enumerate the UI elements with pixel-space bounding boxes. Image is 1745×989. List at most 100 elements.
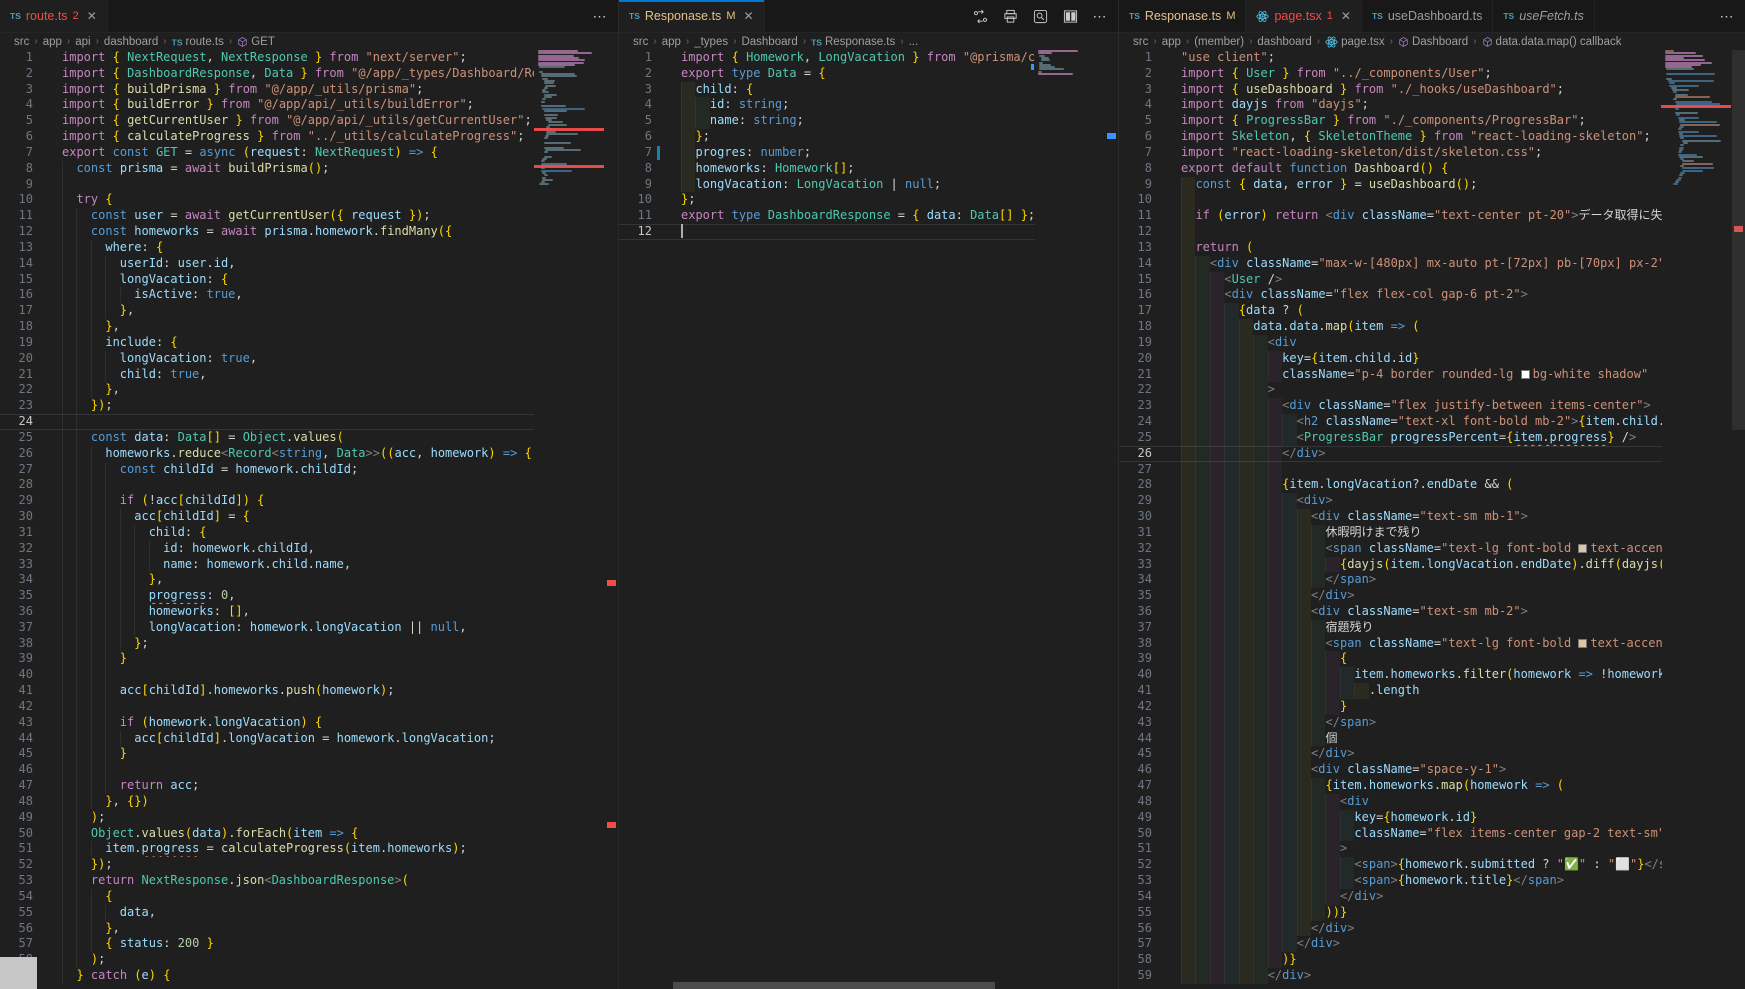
code-line[interactable]: 12 const homeworks = await prisma.homewo… — [0, 224, 534, 240]
code-line[interactable]: 23 <div className="flex justify-between … — [1119, 398, 1662, 414]
overview-ruler[interactable] — [1731, 34, 1745, 989]
print-button[interactable] — [1002, 8, 1018, 24]
code-editor[interactable]: 1import { Homework, LongVacation } from … — [619, 50, 1035, 989]
breadcrumb-item[interactable]: app — [1162, 36, 1181, 48]
code-line[interactable]: 56 </div> — [1119, 921, 1662, 937]
code-line[interactable]: 18 data.data.map(item => ( — [1119, 319, 1662, 335]
code-line[interactable]: 36 <div className="text-sm mb-2"> — [1119, 604, 1662, 620]
code-line[interactable]: 57 { status: 200 } — [0, 936, 534, 952]
code-line[interactable]: 9 const { data, error } = useDashboard()… — [1119, 177, 1662, 193]
horizontal-scrollbar[interactable] — [673, 982, 995, 989]
code-line[interactable]: 11 if (error) return <div className="tex… — [1119, 208, 1662, 224]
code-line[interactable]: 53 return NextResponse.json<DashboardRes… — [0, 873, 534, 889]
more-button[interactable]: ⋯ — [1719, 8, 1735, 24]
code-line[interactable]: 41 .length — [1119, 683, 1662, 699]
code-line[interactable]: 12 — [1119, 224, 1662, 240]
code-line[interactable]: 3 child: { — [619, 82, 1035, 98]
code-line[interactable]: 19 include: { — [0, 335, 534, 351]
code-line[interactable]: 13 where: { — [0, 240, 534, 256]
code-line[interactable]: 8 homeworks: Homework[]; — [619, 161, 1035, 177]
code-line[interactable]: 4import dayjs from "dayjs"; — [1119, 97, 1662, 113]
code-line[interactable]: 56 }, — [0, 921, 534, 937]
code-line[interactable]: 57 </div> — [1119, 936, 1662, 952]
code-line[interactable]: 11 const user = await getCurrentUser({ r… — [0, 208, 534, 224]
code-line[interactable]: 44 個 — [1119, 731, 1662, 747]
code-line[interactable]: 4import { buildError } from "@/app/api/_… — [0, 97, 534, 113]
breadcrumb-item[interactable]: ... — [909, 36, 919, 48]
code-line[interactable]: 40 — [0, 667, 534, 683]
code-line[interactable]: 47 {item.homeworks.map(homework => ( — [1119, 778, 1662, 794]
code-line[interactable]: 25 <ProgressBar progressPercent={item.pr… — [1119, 430, 1662, 446]
code-line[interactable]: 6 }; — [619, 129, 1035, 145]
close-icon[interactable]: ✕ — [1341, 9, 1351, 23]
code-line[interactable]: 52 <span>{homework.submitted ? "✅" : "⬜"… — [1119, 857, 1662, 873]
overview-ruler[interactable] — [604, 34, 618, 989]
code-editor[interactable]: 1import { NextRequest, NextResponse } fr… — [0, 50, 534, 989]
code-line[interactable]: 52 }); — [0, 857, 534, 873]
code-line[interactable]: 18 }, — [0, 319, 534, 335]
code-line[interactable]: 29 <div> — [1119, 493, 1662, 509]
breadcrumb-item[interactable]: Dashboard — [741, 36, 797, 48]
breadcrumb-item[interactable]: TSResponase.ts — [811, 36, 895, 48]
code-line[interactable]: 20 longVacation: true, — [0, 351, 534, 367]
code-line[interactable]: 55 ))} — [1119, 905, 1662, 921]
tab-useDashboard.ts[interactable]: TSuseDashboard.ts — [1362, 0, 1493, 32]
code-line[interactable]: 58 ); — [0, 952, 534, 968]
code-line[interactable]: 44 acc[childId].longVacation = homework.… — [0, 731, 534, 747]
code-line[interactable]: 5 name: string; — [619, 113, 1035, 129]
code-line[interactable]: 42 — [0, 699, 534, 715]
code-line[interactable]: 38 <span className="text-lg font-bold te… — [1119, 636, 1662, 652]
breadcrumb-item[interactable]: api — [75, 36, 90, 48]
code-line[interactable]: 54 </div> — [1119, 889, 1662, 905]
code-line[interactable]: 54 { — [0, 889, 534, 905]
minimap[interactable] — [1034, 50, 1104, 84]
more-button[interactable]: ⋯ — [592, 8, 608, 24]
code-line[interactable]: 47 return acc; — [0, 778, 534, 794]
code-line[interactable]: 2export type Data = { — [619, 66, 1035, 82]
code-line[interactable]: 24 <h2 className="text-xl font-bold mb-2… — [1119, 414, 1662, 430]
code-line[interactable]: 16 <div className="flex flex-col gap-6 p… — [1119, 287, 1662, 303]
code-line[interactable]: 53 <span>{homework.title}</span> — [1119, 873, 1662, 889]
code-line[interactable]: 28 {item.longVacation?.endDate && ( — [1119, 477, 1662, 493]
code-line[interactable]: 24 — [0, 414, 534, 430]
code-line[interactable]: 51 item.progress = calculateProgress(ite… — [0, 841, 534, 857]
code-line[interactable]: 1import { Homework, LongVacation } from … — [619, 50, 1035, 66]
breadcrumb-item[interactable]: app — [662, 36, 681, 48]
code-line[interactable]: 30 <div className="text-sm mb-1"> — [1119, 509, 1662, 525]
minimap[interactable] — [1661, 50, 1731, 192]
code-line[interactable]: 50 className="flex items-center gap-2 te… — [1119, 826, 1662, 842]
vertical-scrollbar[interactable] — [1732, 50, 1745, 430]
code-line[interactable]: 33 {dayjs(item.longVacation.endDate).dif… — [1119, 557, 1662, 573]
code-line[interactable]: 7export const GET = async (request: Next… — [0, 145, 534, 161]
more-button[interactable]: ⋯ — [1092, 8, 1108, 24]
code-line[interactable]: 26 homeworks.reduce<Record<string, Data>… — [0, 446, 534, 462]
code-line[interactable]: 23 }); — [0, 398, 534, 414]
code-line[interactable]: 10}; — [619, 192, 1035, 208]
code-line[interactable]: 6import { calculateProgress } from "../_… — [0, 129, 534, 145]
breadcrumb-item[interactable]: dashboard — [1257, 36, 1311, 48]
code-line[interactable]: 9 — [0, 177, 534, 193]
code-line[interactable]: 15 longVacation: { — [0, 272, 534, 288]
code-line[interactable]: 34 }, — [0, 572, 534, 588]
code-line[interactable]: 46 — [0, 762, 534, 778]
code-line[interactable]: 7 progres: number; — [619, 145, 1035, 161]
overview-ruler[interactable] — [1104, 34, 1118, 989]
code-line[interactable]: 14 userId: user.id, — [0, 256, 534, 272]
code-line[interactable]: 31 休暇明けまで残り — [1119, 525, 1662, 541]
minimap[interactable] — [534, 50, 604, 192]
code-line[interactable]: 49 ); — [0, 810, 534, 826]
preview-button[interactable] — [1032, 8, 1048, 24]
code-line[interactable]: 50 Object.values(data).forEach(item => { — [0, 826, 534, 842]
code-line[interactable]: 34 </span> — [1119, 572, 1662, 588]
breadcrumb-item[interactable]: src — [14, 36, 29, 48]
close-icon[interactable]: ✕ — [743, 9, 753, 23]
code-line[interactable]: 31 child: { — [0, 525, 534, 541]
code-line[interactable]: 48 }, {}) — [0, 794, 534, 810]
breadcrumb-item[interactable]: src — [633, 36, 648, 48]
code-line[interactable]: 27 — [1119, 462, 1662, 478]
code-line[interactable]: 32 id: homework.childId, — [0, 541, 534, 557]
code-line[interactable]: 33 name: homework.child.name, — [0, 557, 534, 573]
code-line[interactable]: 10 — [1119, 192, 1662, 208]
code-line[interactable]: 1"use client"; — [1119, 50, 1662, 66]
code-line[interactable]: 8 const prisma = await buildPrisma(); — [0, 161, 534, 177]
